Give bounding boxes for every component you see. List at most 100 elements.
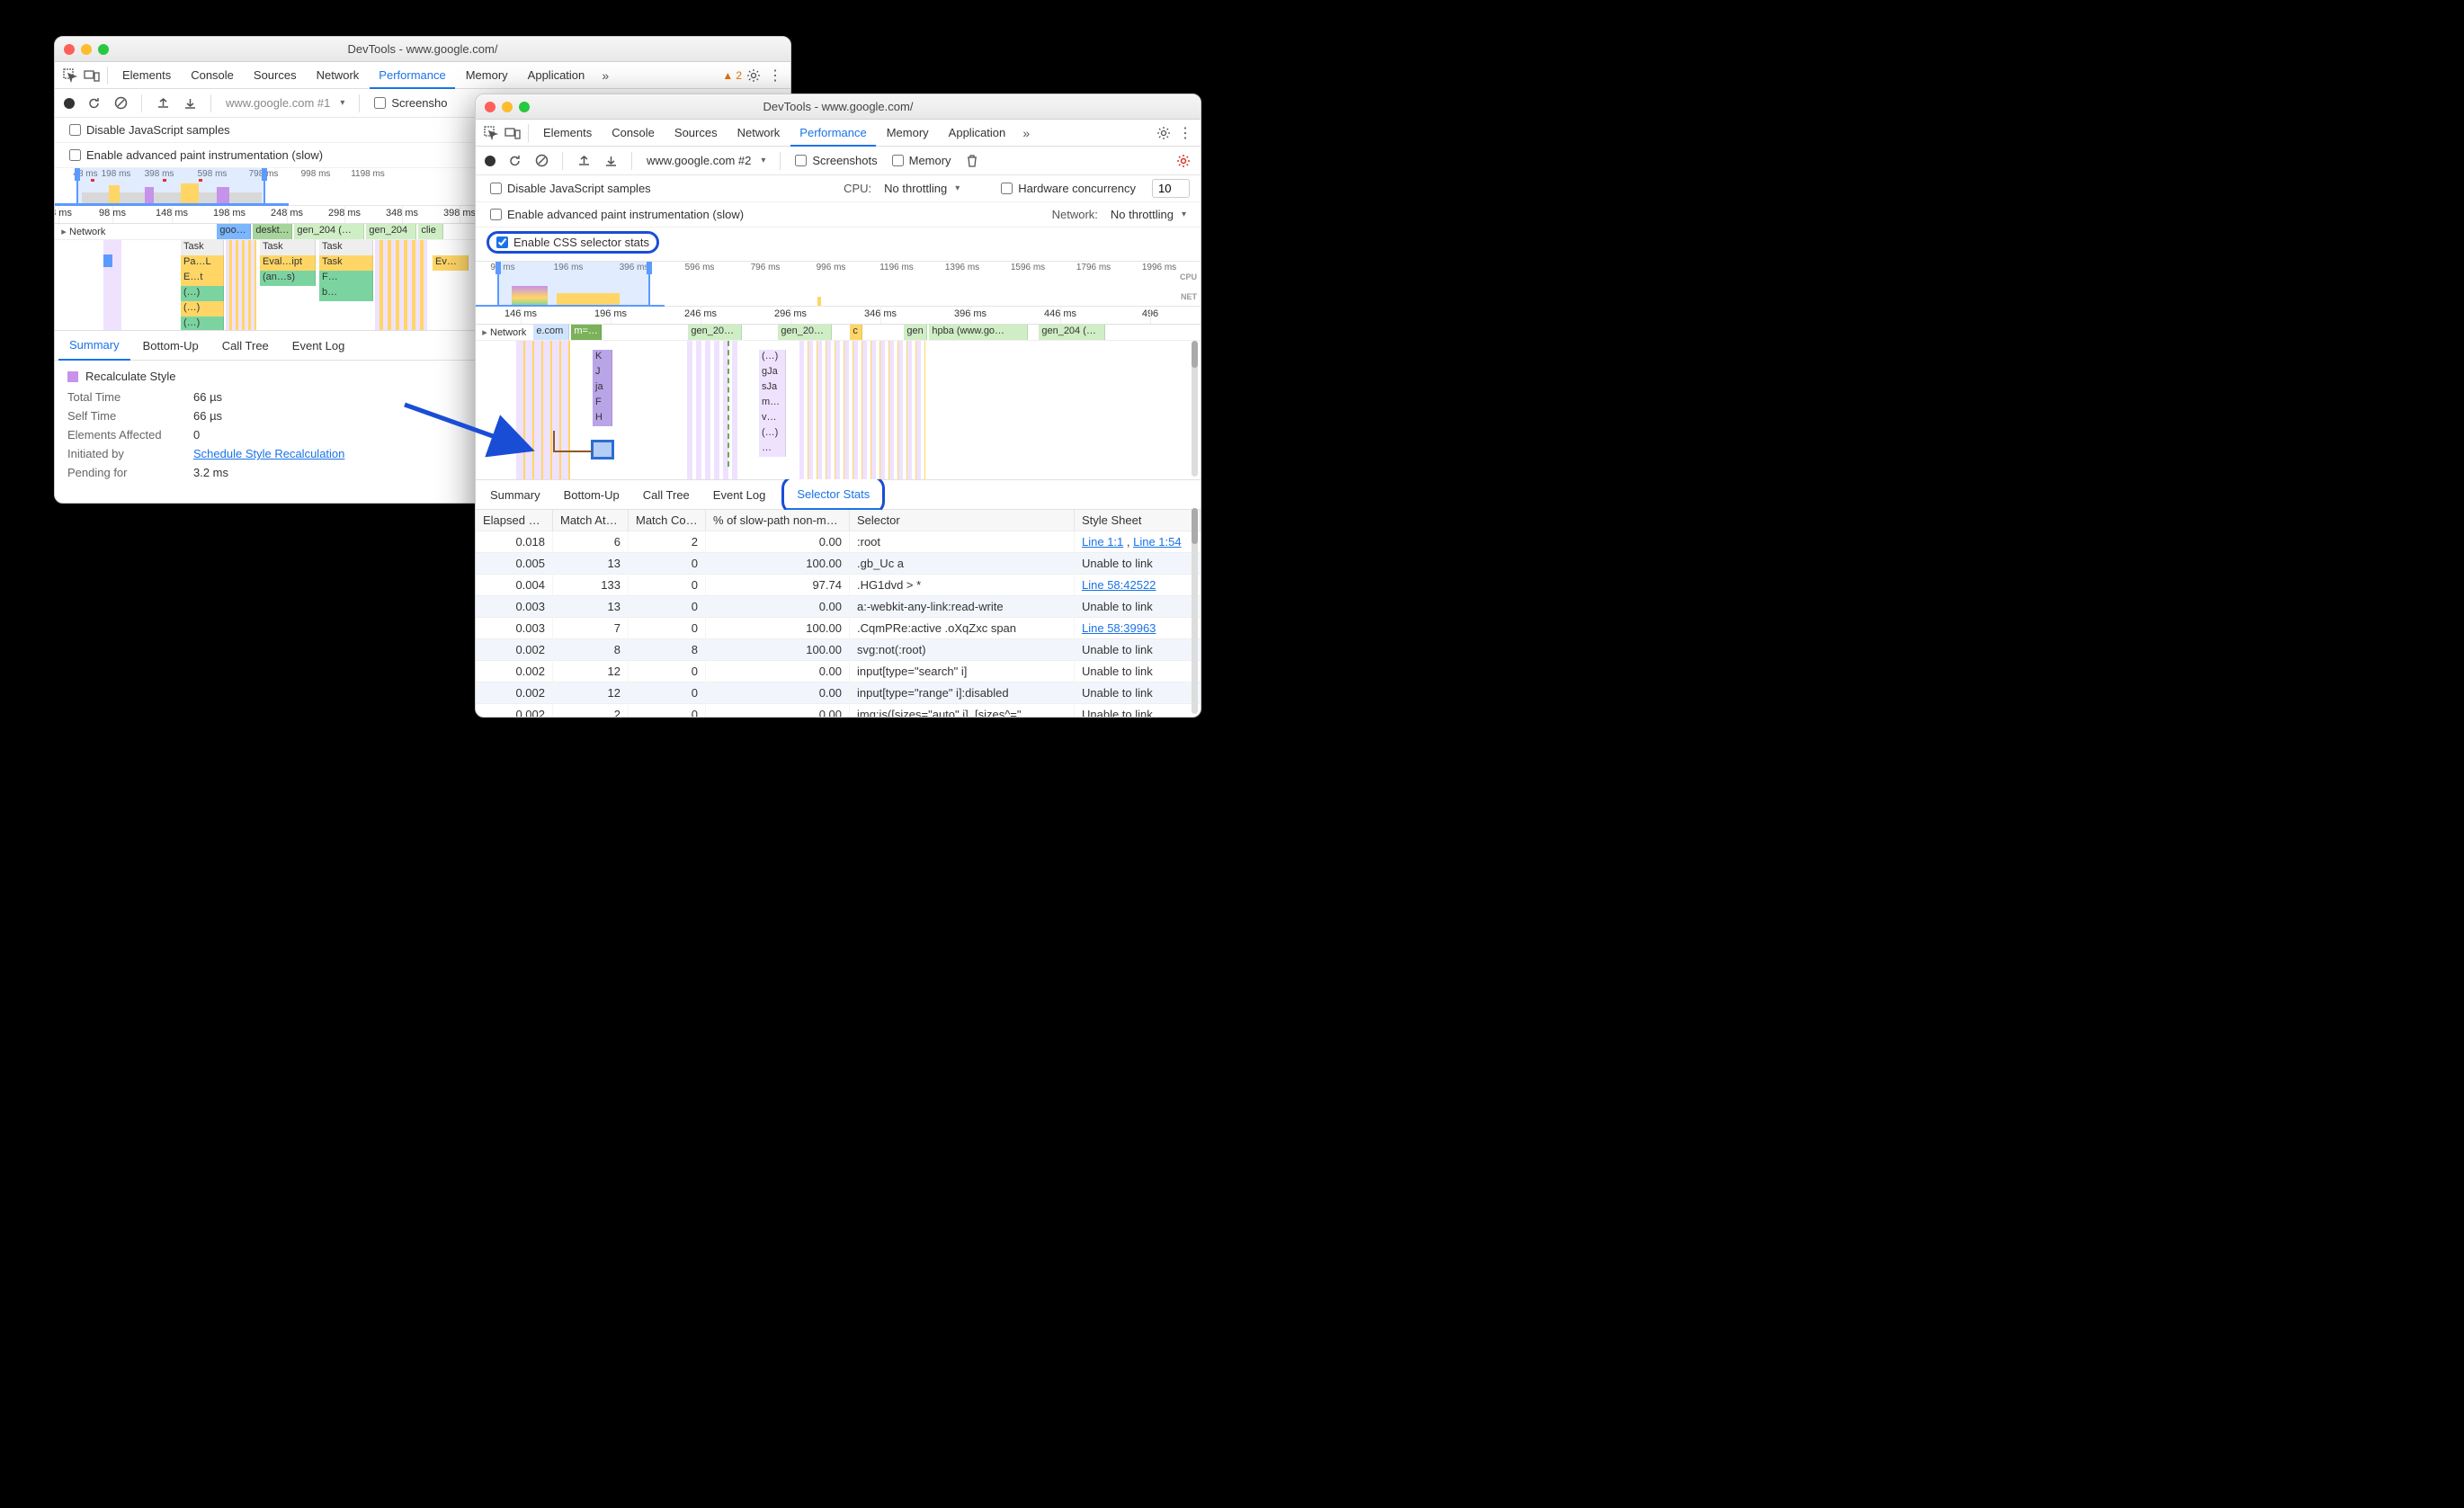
adv-paint-checkbox[interactable]: Enable advanced paint instrumentation (s…	[487, 206, 747, 223]
window-title: DevTools - www.google.com/	[476, 100, 1201, 113]
tab-performance[interactable]: Performance	[790, 120, 875, 147]
clear-icon[interactable]	[531, 151, 551, 171]
stylesheet-link[interactable]: Line 58:42522	[1082, 578, 1156, 592]
scrollbar[interactable]	[1192, 341, 1198, 477]
upload-icon[interactable]	[153, 94, 173, 113]
device-icon[interactable]	[82, 66, 102, 85]
subtab-call-tree[interactable]: Call Tree	[211, 332, 280, 360]
column-header[interactable]: Match Att…	[553, 510, 629, 531]
table-cell: 2	[553, 704, 629, 718]
reload-icon[interactable]	[84, 94, 103, 113]
tab-elements[interactable]: Elements	[534, 120, 601, 145]
selection-handle-right[interactable]	[647, 262, 652, 274]
titlebar[interactable]: DevTools - www.google.com/	[55, 37, 790, 62]
disable-js-checkbox[interactable]: Disable JavaScript samples	[487, 180, 655, 197]
profile-select[interactable]: www.google.com #1	[222, 94, 348, 112]
expand-icon[interactable]: ▸	[479, 326, 490, 338]
column-header[interactable]: Style Sheet	[1075, 510, 1201, 531]
tab-application[interactable]: Application	[519, 63, 594, 87]
memory-checkbox[interactable]: Memory	[888, 152, 955, 169]
table-cell: Line 58:42522	[1075, 575, 1201, 596]
table-cell: 0	[629, 704, 706, 718]
tab-network[interactable]: Network	[308, 63, 369, 87]
time-ruler[interactable]: 146 ms196 ms246 ms296 ms346 ms396 ms446 …	[476, 307, 1201, 325]
more-tabs-icon[interactable]: »	[595, 66, 615, 85]
selection-handle-right[interactable]	[262, 168, 267, 181]
expand-icon[interactable]: ▸	[58, 226, 69, 237]
adv-paint-checkbox[interactable]: Enable advanced paint instrumentation (s…	[66, 147, 326, 164]
minimize-icon[interactable]	[502, 102, 513, 112]
subtab-event-log[interactable]: Event Log	[702, 481, 777, 509]
selected-flame-block[interactable]	[591, 440, 614, 460]
tab-memory[interactable]: Memory	[457, 63, 517, 87]
more-tabs-icon[interactable]: »	[1016, 123, 1036, 143]
tab-performance[interactable]: Performance	[370, 63, 454, 89]
tab-network[interactable]: Network	[728, 120, 790, 145]
column-header[interactable]: Selector	[850, 510, 1075, 531]
column-header[interactable]: Elapsed … ▼	[476, 510, 553, 531]
stylesheet-link[interactable]: Line 58:39963	[1082, 621, 1156, 635]
screenshots-checkbox[interactable]: Screenshots	[791, 152, 880, 169]
subtab-summary[interactable]: Summary	[479, 481, 551, 509]
titlebar[interactable]: DevTools - www.google.com/	[476, 94, 1201, 120]
subtab-selector-stats[interactable]: Selector Stats	[786, 480, 880, 510]
table-cell: Line 58:39963	[1075, 618, 1201, 639]
kebab-icon[interactable]: ⋮	[1175, 123, 1195, 143]
cpu-throttle-select[interactable]: No throttling	[884, 182, 963, 195]
column-header[interactable]: Match Co…	[629, 510, 706, 531]
table-cell: :root	[850, 531, 1075, 553]
download-icon[interactable]	[180, 94, 200, 113]
close-icon[interactable]	[485, 102, 495, 112]
maximize-icon[interactable]	[98, 44, 109, 55]
overview-timeline[interactable]: 96 ms196 ms396 ms596 ms796 ms996 ms1196 …	[476, 262, 1201, 307]
subtab-event-log[interactable]: Event Log	[281, 332, 356, 360]
minimize-icon[interactable]	[81, 44, 92, 55]
disable-js-checkbox[interactable]: Disable JavaScript samples	[66, 121, 234, 138]
screenshots-checkbox[interactable]: Screensho	[370, 94, 451, 112]
warnings-badge[interactable]: ▲2	[722, 69, 742, 82]
table-cell: 0	[629, 683, 706, 704]
download-icon[interactable]	[601, 151, 620, 171]
tab-console[interactable]: Console	[182, 63, 243, 87]
css-selector-stats-checkbox[interactable]	[496, 236, 508, 248]
tab-application[interactable]: Application	[940, 120, 1015, 145]
table-cell: 0.002	[476, 704, 553, 718]
tab-memory[interactable]: Memory	[878, 120, 938, 145]
hardware-concurrency-input[interactable]	[1152, 179, 1190, 198]
tab-sources[interactable]: Sources	[245, 63, 306, 87]
profile-select[interactable]: www.google.com #2	[643, 152, 769, 169]
network-throttle-select[interactable]: No throttling	[1111, 208, 1190, 221]
subtab-bottom-up[interactable]: Bottom-Up	[132, 332, 210, 360]
inspect-icon[interactable]	[60, 66, 80, 85]
tab-sources[interactable]: Sources	[665, 120, 727, 145]
flame-chart[interactable]: ▸ Network e.com m=… gen_20… gen_20… c ge…	[476, 325, 1201, 479]
detail-subtabs: Summary Bottom-Up Call Tree Event Log Se…	[476, 479, 1201, 510]
inspect-icon[interactable]	[481, 123, 501, 143]
gear-icon[interactable]	[1154, 123, 1174, 143]
selection-handle-left[interactable]	[495, 262, 501, 274]
stylesheet-link[interactable]: Line 1:1	[1082, 535, 1123, 549]
capture-settings-gear-icon[interactable]	[1174, 151, 1193, 171]
kebab-icon[interactable]: ⋮	[765, 66, 785, 85]
subtab-bottom-up[interactable]: Bottom-Up	[553, 481, 630, 509]
upload-icon[interactable]	[574, 151, 594, 171]
tab-elements[interactable]: Elements	[113, 63, 180, 87]
clear-icon[interactable]	[111, 94, 130, 113]
scrollbar[interactable]	[1192, 508, 1198, 714]
subtab-call-tree[interactable]: Call Tree	[632, 481, 701, 509]
reload-icon[interactable]	[504, 151, 524, 171]
selection-handle-left[interactable]	[75, 168, 80, 181]
device-icon[interactable]	[503, 123, 522, 143]
subtab-summary[interactable]: Summary	[58, 331, 130, 361]
maximize-icon[interactable]	[519, 102, 530, 112]
hardware-concurrency-checkbox[interactable]: Hardware concurrency	[997, 180, 1139, 197]
annotation-arrow	[396, 396, 558, 468]
column-header[interactable]: % of slow-path non-m…	[706, 510, 850, 531]
stylesheet-link[interactable]: Line 1:54	[1133, 535, 1182, 549]
record-button[interactable]	[485, 156, 495, 166]
record-button[interactable]	[64, 98, 75, 109]
gear-icon[interactable]	[744, 66, 763, 85]
tab-console[interactable]: Console	[603, 120, 664, 145]
close-icon[interactable]	[64, 44, 75, 55]
trash-icon[interactable]	[962, 151, 982, 171]
